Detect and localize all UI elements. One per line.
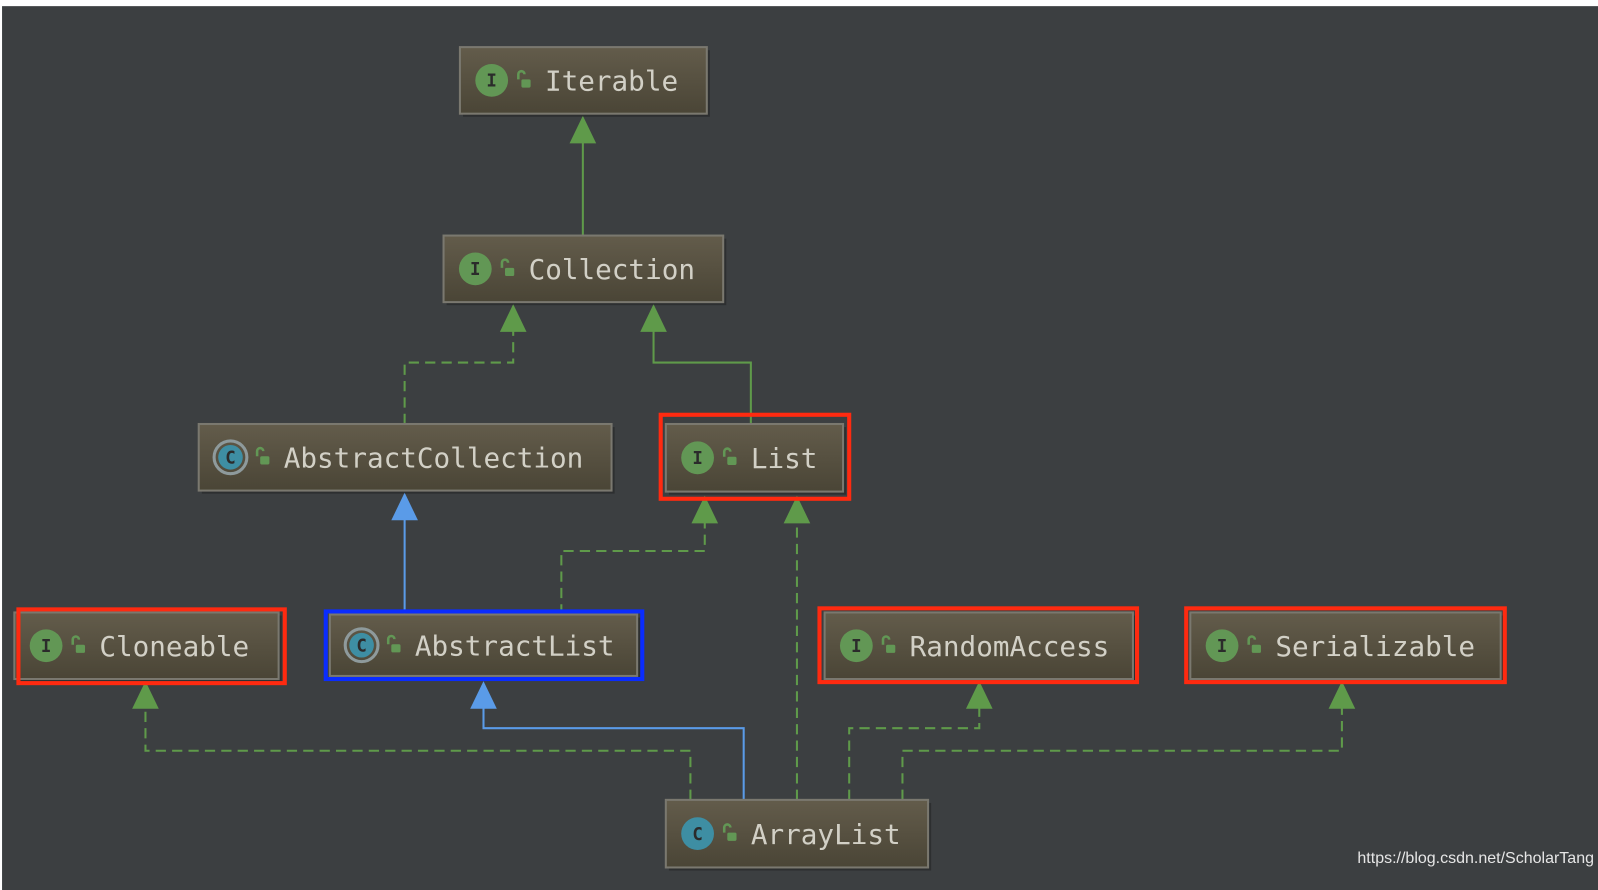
node-array-list[interactable]: C ArrayList: [664, 798, 932, 871]
svg-text:I: I: [486, 72, 496, 92]
svg-text:C: C: [356, 636, 366, 656]
interface-icon: I: [839, 629, 873, 663]
node-label: Serializable: [1275, 630, 1475, 663]
node-label: Collection: [529, 253, 695, 286]
node-iterable[interactable]: I Iterable: [458, 46, 710, 117]
node-abstract-list[interactable]: C AbstractList: [323, 609, 645, 682]
interface-icon: I: [475, 64, 509, 97]
node-serializable[interactable]: I Serializable: [1184, 606, 1507, 685]
svg-text:C: C: [692, 825, 702, 845]
interface-icon: I: [681, 441, 714, 475]
node-list[interactable]: I List: [658, 412, 852, 501]
svg-text:I: I: [41, 637, 51, 657]
uml-diagram: I Iterable I Collection C AbstractCollection I…: [2, 6, 1598, 890]
node-collection[interactable]: I Collection: [442, 234, 727, 306]
node-label: Cloneable: [99, 630, 249, 663]
node-label: List: [751, 442, 818, 475]
node-label: ArrayList: [751, 818, 901, 851]
interface-icon: I: [1205, 629, 1239, 663]
abstract-class-icon: C: [343, 627, 380, 664]
node-label: RandomAccess: [910, 630, 1110, 663]
abstract-class-icon: C: [212, 439, 249, 476]
svg-text:I: I: [470, 260, 480, 280]
svg-text:I: I: [851, 637, 861, 657]
node-abstract-collection[interactable]: C AbstractCollection: [197, 422, 615, 494]
diagram-canvas: I Iterable I Collection C AbstractCollection I…: [0, 0, 1598, 890]
watermark: https://blog.csdn.net/ScholarTang: [1357, 850, 1594, 867]
svg-text:I: I: [692, 449, 702, 469]
node-label: Iterable: [545, 65, 678, 98]
node-cloneable[interactable]: I Cloneable: [13, 607, 287, 686]
interface-icon: I: [29, 629, 63, 663]
node-label: AbstractList: [415, 629, 615, 662]
svg-text:C: C: [225, 448, 235, 468]
class-icon: C: [681, 817, 714, 851]
interface-icon: I: [458, 252, 492, 286]
node-label: AbstractCollection: [284, 442, 584, 475]
svg-text:I: I: [1217, 637, 1227, 657]
node-random-access[interactable]: I RandomAccess: [817, 606, 1140, 685]
